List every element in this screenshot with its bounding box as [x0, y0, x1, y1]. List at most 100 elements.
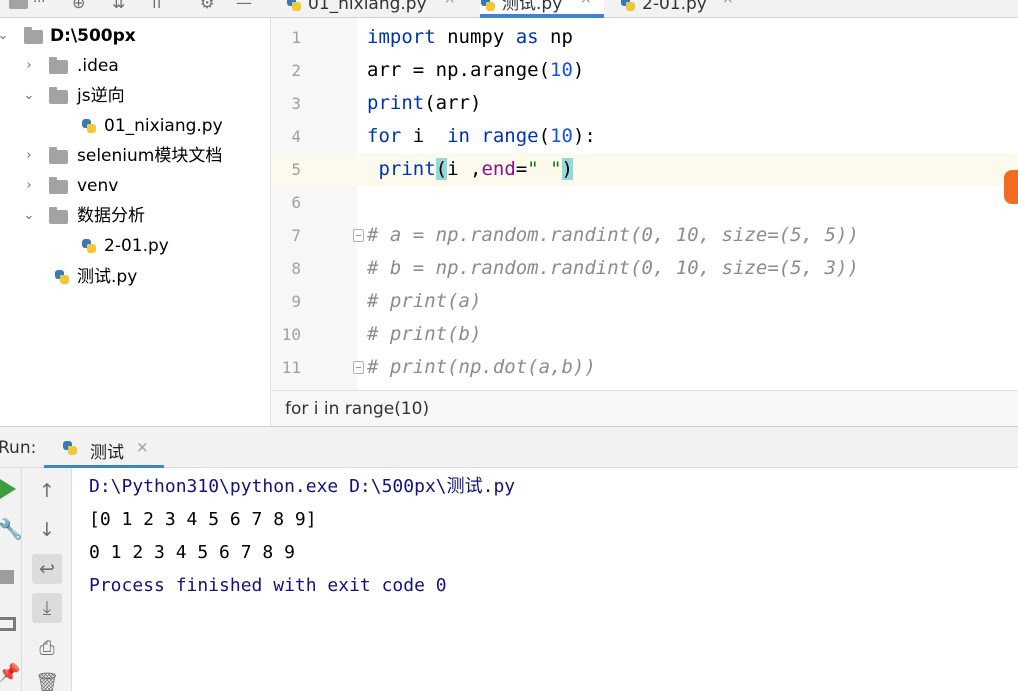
keyword: in: [447, 125, 470, 147]
number-literal: 10: [550, 125, 573, 147]
chevron-right-icon[interactable]: ›: [22, 51, 36, 81]
builtin: print: [367, 92, 425, 114]
pin-icon[interactable]: 📌: [0, 663, 20, 684]
add-circle-icon[interactable]: ⊕: [72, 0, 85, 12]
top-toolbar: ... ⊕ ⇊ ⇈ ⚙ — 01_nixiang.py × 测试.py × 2-…: [0, 0, 1018, 18]
console-line: Process finished with exit code 0: [89, 575, 447, 596]
python-file-icon: [620, 0, 636, 12]
tree-item-venv[interactable]: › venv: [0, 171, 270, 201]
tree-item-js-reverse[interactable]: ⌄ js逆向: [0, 81, 270, 111]
tree-item-root[interactable]: ⌄ D:\500px: [0, 21, 270, 51]
project-folder-icon[interactable]: [9, 0, 28, 9]
python-file-icon: [81, 118, 97, 134]
code-text: =: [515, 158, 528, 180]
tree-item-label: 2-01.py: [104, 236, 169, 256]
code-line-2: arr = np.arange(10): [367, 54, 584, 87]
tree-item-2-01[interactable]: 2-01.py: [0, 231, 270, 261]
close-icon[interactable]: ×: [444, 0, 456, 6]
close-icon[interactable]: ×: [580, 0, 592, 6]
code-text: numpy: [435, 26, 516, 48]
stop-icon[interactable]: [0, 570, 14, 584]
folder-icon: [49, 147, 68, 164]
matched-brace: (: [435, 158, 448, 180]
up-arrow-icon[interactable]: ↑: [32, 476, 62, 506]
keyword: for: [367, 125, 402, 147]
breadcrumb: for i in range(10): [271, 390, 1018, 426]
scroll-to-end-icon[interactable]: ⤓: [32, 593, 62, 623]
chevron-right-icon[interactable]: ›: [22, 171, 36, 201]
tree-item-selenium-docs[interactable]: › selenium模块文档: [0, 141, 270, 171]
run-toolbar-secondary: ↑ ↓ ↩ ⤓ ⎙ 🗑: [22, 468, 72, 691]
code-text: (: [538, 125, 551, 147]
tree-item-label: selenium模块文档: [77, 146, 223, 166]
tab-01-nixiang[interactable]: 01_nixiang.py ×: [286, 0, 466, 18]
console-line: 0 1 2 3 4 5 6 7 8 9: [89, 542, 306, 563]
python-file-icon: [81, 238, 97, 254]
code-line-5: print(i ,end=" "): [367, 153, 573, 186]
code-line-10: # print(b): [367, 323, 482, 345]
close-icon[interactable]: ×: [136, 438, 149, 456]
tab-2-01[interactable]: 2-01.py ×: [620, 0, 740, 18]
tree-item-ceshi[interactable]: 测试.py: [0, 262, 270, 292]
matched-brace: ): [561, 158, 573, 180]
line-number: 1: [291, 28, 301, 47]
project-view-dropdown[interactable]: ...: [33, 0, 45, 6]
tab-ceshi[interactable]: 测试.py ×: [480, 0, 604, 18]
collapse-all-icon[interactable]: ⇊: [112, 0, 125, 12]
code-text: ):: [572, 125, 596, 147]
line-number: 9: [291, 292, 301, 311]
tree-item-data-analysis[interactable]: ⌄ 数据分析: [0, 201, 270, 231]
chevron-down-icon[interactable]: ⌄: [0, 21, 10, 51]
rerun-play-icon[interactable]: [0, 479, 16, 499]
line-number: 7: [291, 226, 301, 245]
console-line: D:\Python310\python.exe D:\500px\测试.py: [89, 476, 516, 497]
folder-icon: [49, 57, 68, 74]
chevron-right-icon[interactable]: ›: [22, 141, 36, 171]
chevron-down-icon[interactable]: ⌄: [22, 201, 36, 231]
python-file-icon: [286, 0, 302, 12]
code-line-11: # print(np.dot(a,b)): [367, 356, 596, 378]
tree-item-01-nixiang[interactable]: 01_nixiang.py: [0, 111, 270, 141]
fold-marker-icon[interactable]: [353, 229, 364, 242]
run-panel-header: Run: 测试 ×: [0, 426, 1018, 468]
code-line-7: # a = np.random.randint(0, 10, size=(5, …: [367, 224, 859, 246]
close-icon[interactable]: ×: [722, 0, 734, 6]
print-icon[interactable]: ⎙: [32, 633, 62, 663]
tab-label: 测试.py: [502, 0, 563, 14]
run-label: Run:: [0, 438, 37, 458]
run-console[interactable]: D:\Python310\python.exe D:\500px\测试.py […: [72, 468, 1018, 691]
down-arrow-icon[interactable]: ↓: [32, 515, 62, 545]
keyword-arg: end: [481, 158, 516, 180]
folder-icon: [49, 207, 68, 224]
python-file-icon: [62, 440, 78, 456]
soft-wrap-icon[interactable]: ↩: [32, 554, 62, 584]
python-file-icon: [480, 0, 496, 12]
number-literal: 10: [550, 59, 573, 81]
run-tab-ceshi[interactable]: 测试 ×: [44, 427, 164, 468]
string-literal: " ": [527, 158, 562, 180]
chevron-down-icon[interactable]: ⌄: [22, 81, 36, 111]
code-line-9: # print(a): [367, 290, 482, 312]
tab-label: 2-01.py: [642, 0, 707, 14]
hide-icon[interactable]: —: [236, 0, 252, 12]
keyword: import: [367, 26, 436, 48]
fold-marker-icon[interactable]: [353, 361, 364, 374]
trash-icon[interactable]: 🗑: [32, 668, 62, 691]
tree-item-label: .idea: [77, 56, 119, 76]
tree-item-label: 测试.py: [77, 267, 138, 287]
tree-item-label: 数据分析: [77, 206, 145, 226]
gear-icon[interactable]: ⚙: [200, 0, 214, 12]
layout-icon[interactable]: [0, 617, 16, 631]
scroll-from-source-icon[interactable]: ⇈: [150, 0, 163, 12]
code-editor[interactable]: 1 2 3 4 5 6 7 8 9 10 11 import numpy as …: [271, 18, 1018, 390]
tree-item-label: js逆向: [77, 86, 125, 106]
tree-item-idea[interactable]: › .idea: [0, 51, 270, 81]
wrench-icon[interactable]: 🔧: [0, 517, 23, 541]
line-number: 6: [291, 193, 301, 212]
folder-icon: [24, 27, 43, 44]
breadcrumb-item[interactable]: for i in range(10): [285, 399, 429, 419]
line-number: 4: [291, 127, 301, 146]
line-number: 2: [291, 61, 301, 80]
inspection-widget-icon[interactable]: [1004, 170, 1018, 204]
